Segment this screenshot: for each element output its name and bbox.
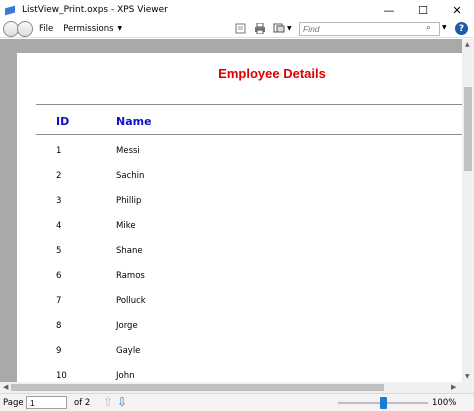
cell-name: Messi xyxy=(116,146,140,156)
page-setup-icon[interactable] xyxy=(272,22,285,35)
cell-name: Gayle xyxy=(116,346,141,356)
table-row: 3 Phillip xyxy=(17,196,462,210)
scroll-up-icon[interactable]: ▲ xyxy=(465,41,470,48)
page-number-input[interactable] xyxy=(26,396,67,409)
xps-viewer-icon xyxy=(5,5,17,15)
table-row: 4 Mike xyxy=(17,221,462,235)
vertical-scroll-thumb[interactable] xyxy=(464,87,472,171)
search-icon[interactable]: ⌕ xyxy=(426,23,431,33)
cell-name: Mike xyxy=(116,221,136,231)
chevron-down-icon[interactable]: ▼ xyxy=(287,25,292,32)
cell-id: 7 xyxy=(56,296,62,306)
page-view-icon[interactable] xyxy=(234,22,247,35)
table-row: 5 Shane xyxy=(17,246,462,260)
forward-button[interactable] xyxy=(17,20,33,37)
close-button[interactable]: ✕ xyxy=(440,0,474,20)
status-bar: Page of 2 ⇧ ⇩ 100% xyxy=(0,393,474,411)
menu-permissions[interactable]: Permissions ▼ xyxy=(63,24,122,34)
document-page: Employee Details ID Name 1 Messi 2 Sachin … xyxy=(17,53,462,382)
cell-id: 5 xyxy=(56,246,62,256)
previous-page-arrow-icon[interactable]: ⇧ xyxy=(103,395,113,409)
table-row: 1 Messi xyxy=(17,146,462,160)
cell-name: Phillip xyxy=(116,196,142,206)
menu-file[interactable]: File xyxy=(39,24,53,34)
navigation-buttons xyxy=(3,20,33,37)
menu-file-label: File xyxy=(39,23,54,34)
column-header-id: ID xyxy=(56,115,70,128)
header-bottom-rule xyxy=(36,134,462,135)
table-row: 2 Sachin xyxy=(17,171,462,185)
cell-name: Jorge xyxy=(116,321,138,331)
horizontal-scroll-thumb[interactable] xyxy=(11,384,384,391)
cell-id: 4 xyxy=(56,221,62,231)
table-row: 7 Polluck xyxy=(17,296,462,310)
scroll-left-icon[interactable]: ◀ xyxy=(3,383,8,391)
chevron-down-icon: ▼ xyxy=(117,25,123,32)
cell-name: Sachin xyxy=(116,171,145,181)
vertical-scrollbar[interactable]: ▲ ▼ xyxy=(462,39,474,382)
cell-id: 10 xyxy=(56,371,67,381)
cell-id: 6 xyxy=(56,271,62,281)
table-row: 10 John xyxy=(17,371,462,382)
cell-name: Shane xyxy=(116,246,143,256)
table-row: 8 Jorge xyxy=(17,321,462,335)
tool-icons: ▼ xyxy=(234,22,292,35)
next-page-arrow-icon[interactable]: ⇩ xyxy=(117,395,127,409)
window-title: ListView_Print.oxps - XPS Viewer xyxy=(22,5,168,15)
document-viewport[interactable]: Employee Details ID Name 1 Messi 2 Sachin … xyxy=(0,39,462,382)
scroll-right-icon[interactable]: ▶ xyxy=(451,383,456,391)
zoom-level: 100% xyxy=(432,398,457,408)
help-icon[interactable]: ? xyxy=(455,22,468,35)
column-header-name: Name xyxy=(116,115,152,128)
cell-id: 2 xyxy=(56,171,62,181)
menu-bar: File Permissions ▼ xyxy=(39,24,132,34)
cell-name: Ramos xyxy=(116,271,145,281)
document-title: Employee Details xyxy=(218,66,326,81)
table-row: 9 Gayle xyxy=(17,346,462,360)
maximize-button[interactable]: ☐ xyxy=(406,0,440,20)
cell-name: John xyxy=(116,371,135,381)
page-label: Page xyxy=(3,398,24,408)
cell-id: 8 xyxy=(56,321,62,331)
find-input[interactable] xyxy=(299,22,440,36)
find-options-chevron-icon[interactable]: ▼ xyxy=(442,24,447,31)
scroll-down-icon[interactable]: ▼ xyxy=(465,373,470,380)
print-icon[interactable] xyxy=(253,22,266,35)
zoom-slider-thumb[interactable] xyxy=(379,397,387,409)
toolbar: File Permissions ▼ ▼ ⌕ ▼ xyxy=(0,20,474,38)
cell-id: 9 xyxy=(56,346,62,356)
cell-name: Polluck xyxy=(116,296,146,306)
title-bar: ListView_Print.oxps - XPS Viewer — ☐ ✕ xyxy=(0,0,474,20)
menu-permissions-label: Permissions xyxy=(63,23,114,34)
table-row: 6 Ramos xyxy=(17,271,462,285)
header-top-rule xyxy=(36,104,462,105)
cell-id: 3 xyxy=(56,196,62,206)
horizontal-scrollbar[interactable]: ◀ ▶ xyxy=(0,382,474,393)
minimize-button[interactable]: — xyxy=(372,0,406,20)
page-count-label: of 2 xyxy=(74,398,91,408)
window-controls: — ☐ ✕ xyxy=(372,0,474,20)
cell-id: 1 xyxy=(56,146,62,156)
